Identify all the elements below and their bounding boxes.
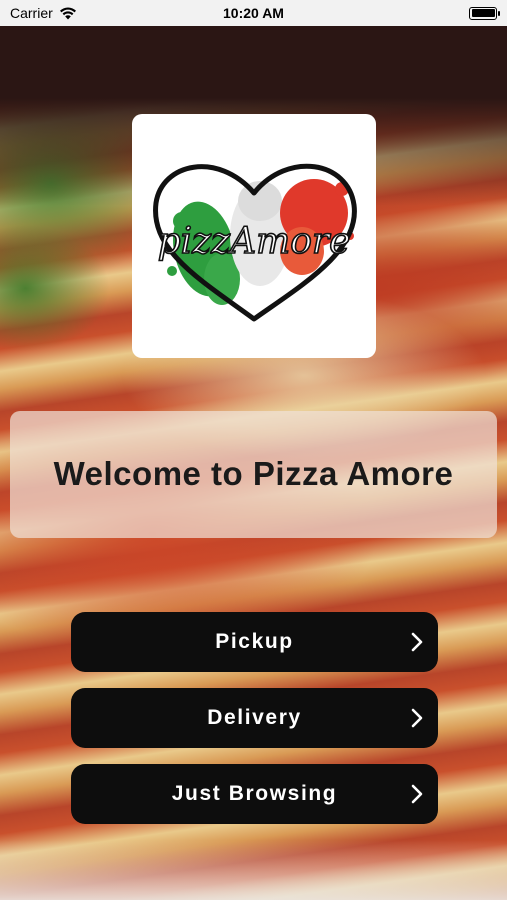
pickup-label: Pickup (215, 630, 294, 653)
status-left: Carrier (10, 5, 77, 21)
battery-fill (471, 9, 495, 17)
just-browsing-button[interactable]: Just Browsing (71, 764, 438, 824)
chevron-right-icon (411, 784, 423, 804)
background-plate-edge (0, 840, 507, 900)
chevron-right-icon (411, 632, 423, 652)
welcome-card: Welcome to Pizza Amore (10, 411, 497, 538)
pickup-button[interactable]: Pickup (71, 612, 438, 672)
carrier-label: Carrier (10, 5, 53, 21)
delivery-button[interactable]: Delivery (71, 688, 438, 748)
chevron-right-icon (411, 708, 423, 728)
status-bar: Carrier 10:20 AM (0, 0, 507, 26)
wifi-icon (59, 6, 76, 19)
delivery-label: Delivery (207, 706, 302, 729)
logo-card: pizzAmore (132, 114, 376, 358)
logo-brand-text: pizzAmore (158, 221, 351, 262)
battery-icon (469, 6, 500, 20)
pizzamore-logo: pizzAmore (153, 163, 357, 322)
just-browsing-label: Just Browsing (171, 782, 338, 805)
welcome-title: Welcome to Pizza Amore (53, 455, 454, 493)
